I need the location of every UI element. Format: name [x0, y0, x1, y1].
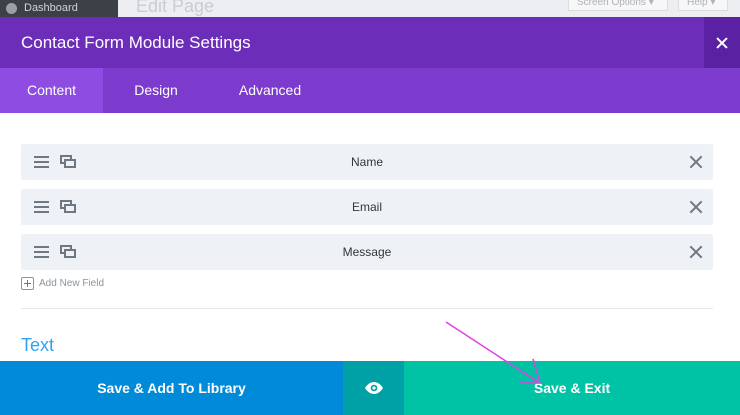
- help-button: Help ▾: [678, 0, 728, 11]
- admin-menu-label: Dashboard: [24, 2, 78, 14]
- tab-content[interactable]: Content: [0, 68, 103, 113]
- close-button[interactable]: [704, 17, 740, 68]
- field-row-email[interactable]: Email: [21, 189, 713, 225]
- background-admin-bar: Dashboard Edit Page Screen Options ▾ Hel…: [0, 0, 740, 17]
- preview-button[interactable]: [343, 361, 404, 415]
- admin-menu-dashboard: Dashboard: [0, 0, 118, 17]
- section-title-text: Text: [21, 335, 55, 355]
- tab-bar: Content Design Advanced: [0, 68, 740, 113]
- section-divider: [21, 308, 713, 309]
- plus-icon: [21, 277, 34, 290]
- drag-handle-icon[interactable]: [34, 201, 49, 213]
- tab-advanced[interactable]: Advanced: [209, 68, 331, 113]
- duplicate-icon[interactable]: [60, 200, 76, 213]
- save-exit-button[interactable]: Save & Exit: [404, 361, 740, 415]
- tab-design[interactable]: Design: [103, 68, 209, 113]
- field-row-message[interactable]: Message: [21, 234, 713, 270]
- close-icon: [715, 36, 729, 50]
- modal-header: Contact Form Module Settings: [0, 17, 740, 68]
- delete-icon[interactable]: [689, 200, 703, 214]
- duplicate-icon[interactable]: [60, 155, 76, 168]
- save-add-to-library-button[interactable]: Save & Add To Library: [0, 361, 343, 415]
- add-new-field-label: Add New Field: [39, 278, 105, 289]
- wordpress-icon: [6, 3, 17, 14]
- drag-handle-icon[interactable]: [34, 156, 49, 168]
- field-label: Message: [342, 245, 392, 259]
- field-label: Name: [350, 155, 383, 169]
- field-label: Email: [351, 200, 382, 214]
- screen-options-button: Screen Options ▾: [568, 0, 668, 11]
- drag-handle-icon[interactable]: [34, 246, 49, 258]
- background-page-title: Edit Page: [136, 0, 215, 16]
- duplicate-icon[interactable]: [60, 245, 76, 258]
- field-row-name[interactable]: Name: [21, 144, 713, 180]
- delete-icon[interactable]: [689, 245, 703, 259]
- delete-icon[interactable]: [689, 155, 703, 169]
- eye-icon: [364, 382, 383, 394]
- modal-title: Contact Form Module Settings: [21, 33, 251, 52]
